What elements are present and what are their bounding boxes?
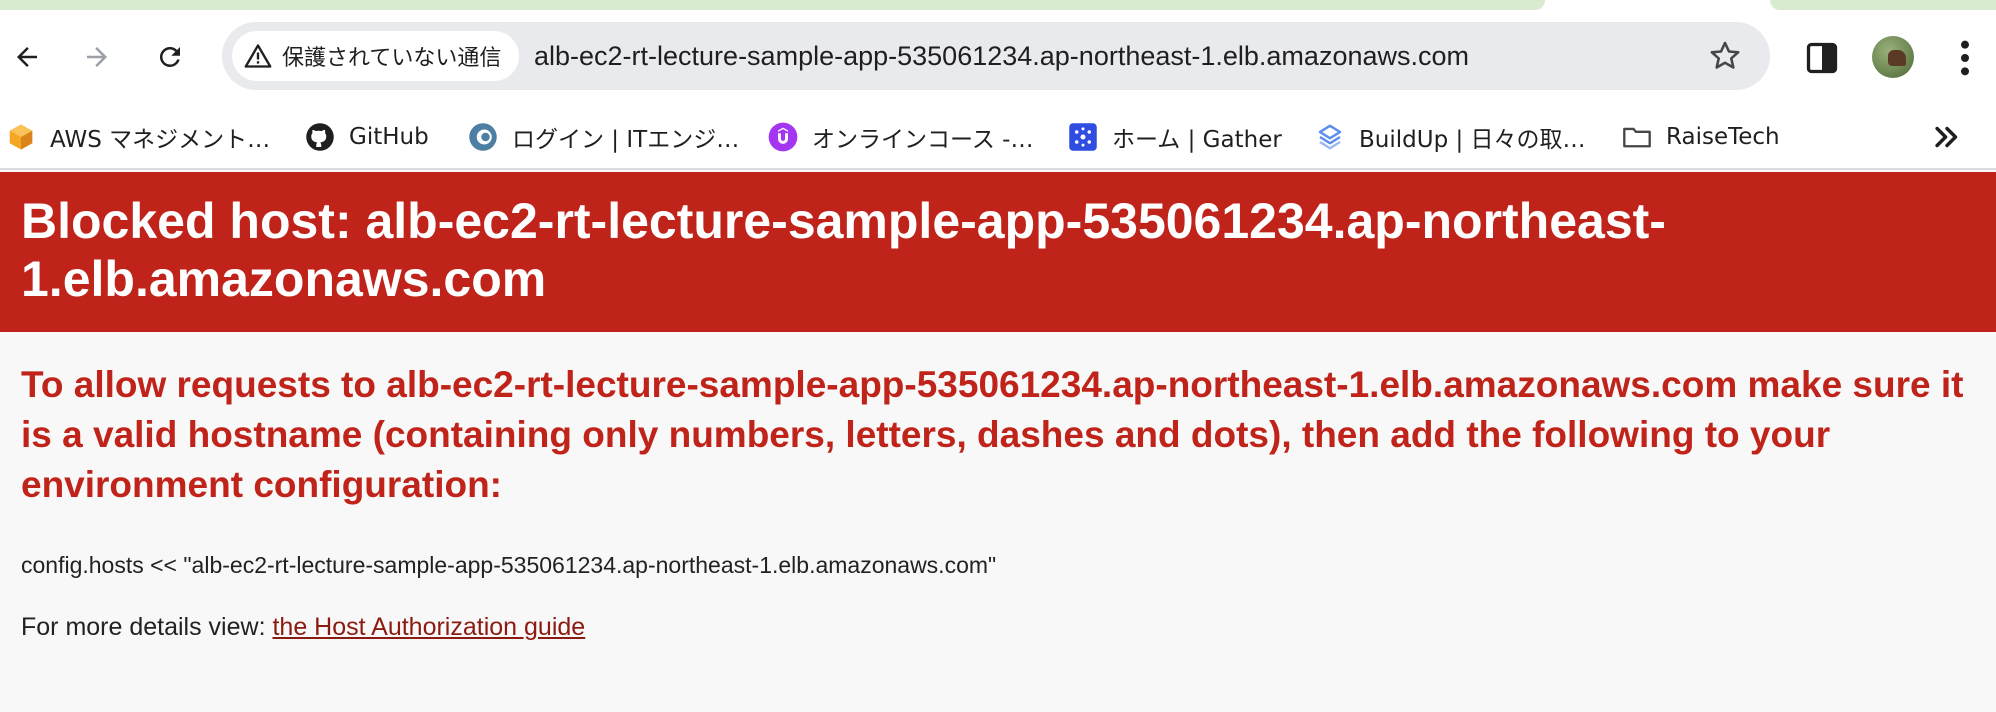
url-text[interactable]: alb-ec2-rt-lecture-sample-app-535061234.… (534, 22, 1469, 90)
bookmark-aws[interactable]: AWS マネジメント… (6, 105, 270, 168)
bookmark-udemy[interactable]: オンラインコース -… (768, 105, 1033, 168)
details-prefix: For more details view: (21, 613, 273, 641)
kebab-menu-icon[interactable] (1955, 38, 1975, 78)
security-chip[interactable]: 保護されていない通信 (232, 31, 520, 81)
config-hosts-line: config.hosts << "alb-ec2-rt-lecture-samp… (21, 552, 997, 578)
reload-icon (159, 46, 180, 67)
tab-strip (0, 0, 1996, 10)
bookmark-label: RaiseTech (1666, 123, 1780, 150)
folder-icon (1622, 122, 1652, 152)
address-bar[interactable]: 保護されていない通信 alb-ec2-rt-lecture-sample-app… (222, 22, 1770, 90)
bookmark-label: オンラインコース -… (812, 126, 1034, 153)
back-arrow-icon (17, 47, 37, 67)
error-content: To allow requests to alb-ec2-rt-lecture-… (21, 360, 1971, 510)
details-line: For more details view: the Host Authoriz… (21, 613, 585, 642)
gather-icon (1068, 122, 1098, 152)
browser-toolbar: 保護されていない通信 alb-ec2-rt-lecture-sample-app… (0, 10, 1996, 105)
bookmark-github[interactable]: GitHub (305, 105, 429, 168)
globe-icon (468, 122, 498, 152)
bookmark-label: AWS マネジメント… (50, 126, 271, 153)
warning-triangle-icon (244, 44, 272, 68)
github-icon (305, 122, 335, 152)
forward-button[interactable] (72, 32, 122, 82)
side-panel-icon[interactable] (1804, 40, 1840, 76)
bookmark-label: ログイン | ITエンジ… (512, 126, 740, 153)
buildup-icon (1315, 122, 1345, 152)
bookmark-label: ホーム | Gather (1112, 126, 1282, 153)
star-icon[interactable] (1708, 39, 1742, 73)
host-authorization-guide-link[interactable]: the Host Authorization guide (272, 613, 585, 641)
error-message: To allow requests to alb-ec2-rt-lecture-… (21, 364, 1964, 505)
bookmark-gather[interactable]: ホーム | Gather (1068, 105, 1282, 168)
chevron-double-right-icon[interactable] (1930, 120, 1964, 154)
back-button[interactable] (2, 32, 52, 82)
bookmark-label: GitHub (349, 123, 429, 150)
reload-button[interactable] (145, 32, 195, 82)
page-title: Blocked host: alb-ec2-rt-lecture-sample-… (21, 193, 1666, 307)
bookmark-itengineer[interactable]: ログイン | ITエンジ… (468, 105, 739, 168)
tab-edge[interactable] (1770, 0, 1996, 10)
udemy-icon (768, 122, 798, 152)
error-banner: Blocked host: alb-ec2-rt-lecture-sample-… (0, 172, 1996, 332)
bookmark-label: BuildUp | 日々の取… (1359, 126, 1586, 153)
bookmark-folder-raisetech[interactable]: RaiseTech (1622, 105, 1780, 168)
bookmarks-bar: AWS マネジメント… GitHub ログイン | ITエンジ… オンラインコー… (0, 105, 1996, 170)
bookmark-buildup[interactable]: BuildUp | 日々の取… (1315, 105, 1586, 168)
security-label: 保護されていない通信 (282, 46, 502, 71)
active-tab-edge[interactable] (0, 0, 1545, 10)
aws-cube-icon (6, 122, 36, 152)
profile-avatar[interactable] (1872, 36, 1914, 78)
forward-arrow-icon (87, 47, 107, 67)
